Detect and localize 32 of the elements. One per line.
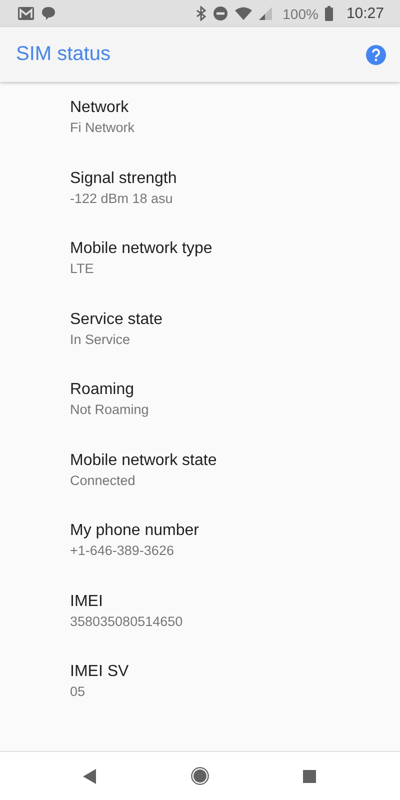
setting-title: Network [70, 98, 129, 118]
setting-value: 358035080514650 [70, 612, 183, 630]
setting-value: In Service [70, 330, 130, 348]
do-not-disturb-icon [212, 6, 228, 21]
setting-title: Roaming [70, 380, 134, 400]
setting-value: +1-646-389-3626 [70, 542, 174, 560]
help-icon[interactable] [366, 44, 386, 64]
setting-title: My phone number [70, 521, 199, 541]
setting-value: Fi Network [70, 119, 135, 137]
setting-value: -122 dBm 18 asu [70, 190, 173, 208]
setting-title: Service state [70, 310, 162, 330]
recents-icon[interactable] [303, 770, 316, 782]
setting-title: Mobile network state [70, 450, 217, 470]
home-icon[interactable] [190, 767, 208, 785]
clock: 10:27 [346, 5, 384, 22]
setting-title: IMEI SV [70, 662, 129, 682]
mail-icon [18, 7, 34, 20]
setting-value: Connected [70, 472, 136, 490]
setting-value: Not Roaming [70, 401, 149, 419]
setting-title: IMEI [70, 592, 103, 612]
cell-signal-icon [258, 7, 272, 20]
setting-value: 05 [70, 683, 86, 701]
bluetooth-icon [196, 6, 206, 21]
wifi-icon [234, 7, 252, 20]
setting-title: Mobile network type [70, 239, 212, 259]
battery-icon [325, 6, 334, 21]
chat-bubble-icon [41, 6, 56, 21]
setting-value: LTE [70, 260, 94, 278]
back-icon[interactable] [83, 768, 96, 784]
setting-title: Signal strength [70, 168, 177, 188]
battery-percentage: 100% [282, 6, 318, 22]
screen-title: SIM status [16, 43, 110, 66]
